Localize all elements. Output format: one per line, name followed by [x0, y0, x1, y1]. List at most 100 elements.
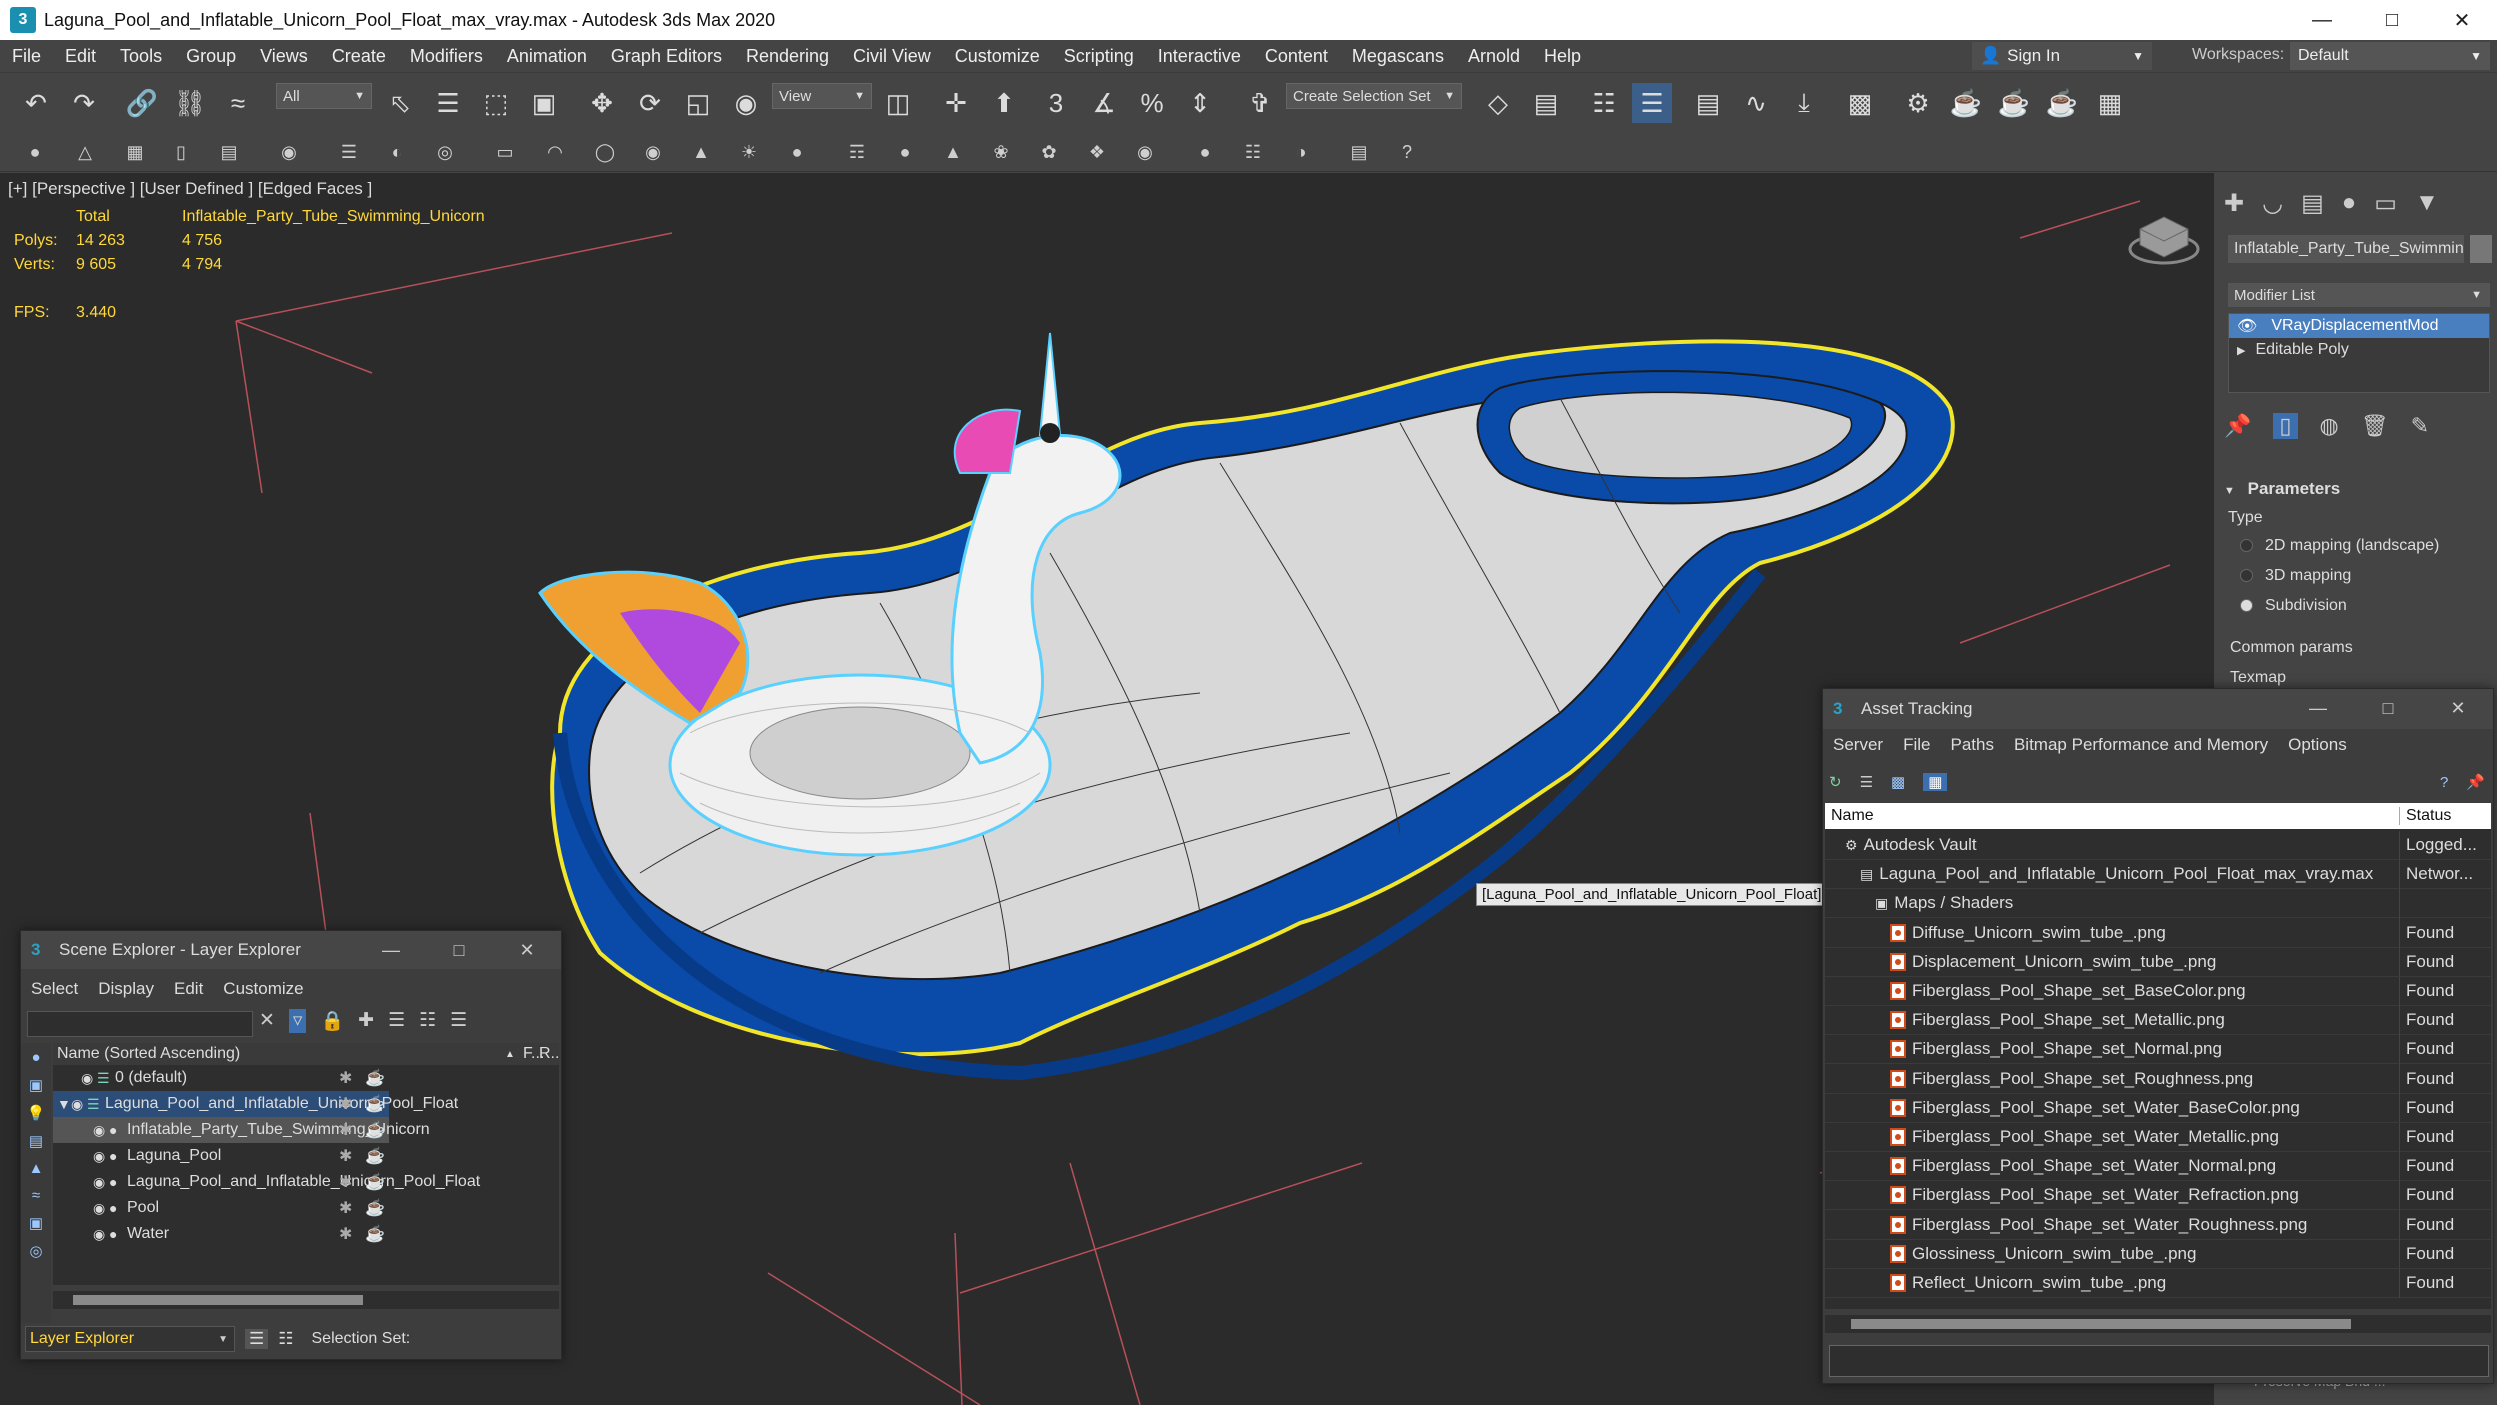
spinner-snap-icon[interactable]: ⇕: [1180, 83, 1220, 123]
list-view-icon[interactable]: ☰: [1860, 773, 1873, 791]
column-name-header[interactable]: Name (Sorted Ascending): [57, 1045, 240, 1063]
display-spacewarps-icon[interactable]: ≈: [32, 1187, 40, 1204]
percent-snap-icon[interactable]: %: [1132, 83, 1172, 123]
render-setup-icon[interactable]: ⚙: [1898, 83, 1938, 123]
material-editor-icon[interactable]: ▩: [1840, 83, 1880, 123]
layer-row[interactable]: ◉ ● Water ✱ ☕: [53, 1221, 389, 1247]
bind-spacewarp-icon[interactable]: ≈: [218, 83, 258, 123]
maximize-button[interactable]: □: [425, 931, 493, 969]
display-icon[interactable]: ◎: [430, 137, 460, 167]
visibility-eye-icon[interactable]: ◉: [71, 1096, 83, 1113]
volume-icon[interactable]: ❀: [986, 137, 1016, 167]
selection-set-icon[interactable]: ☷: [278, 1329, 293, 1349]
make-unique-icon[interactable]: ◍: [2320, 413, 2339, 439]
sun-icon[interactable]: ☀: [734, 137, 764, 167]
minimize-button[interactable]: —: [2283, 689, 2353, 727]
asset-row[interactable]: Fiberglass_Pool_Shape_set_Water_BaseColo…: [1825, 1093, 2491, 1123]
freeze-toggle-icon[interactable]: ✱: [339, 1146, 352, 1166]
toggle-layer-explorer-icon[interactable]: ☰: [1632, 83, 1672, 123]
asset-row[interactable]: Fiberglass_Pool_Shape_set_Normal.png Foun…: [1825, 1034, 2491, 1065]
redo-icon[interactable]: ↷: [64, 83, 104, 123]
camera-icon[interactable]: ▲: [938, 137, 968, 167]
menu-arnold[interactable]: Arnold: [1456, 46, 1532, 67]
expand-arrow-icon[interactable]: ▼: [57, 1096, 71, 1112]
scale-icon[interactable]: ◱: [678, 83, 718, 123]
refresh-icon[interactable]: ↻: [1829, 773, 1842, 791]
asset-row[interactable]: Diffuse_Unicorn_swim_tube_.png Found: [1825, 918, 2491, 948]
explorer-hscrollbar[interactable]: [53, 1291, 559, 1309]
create-cylinder-icon[interactable]: ▯: [166, 137, 196, 167]
light-dome-icon[interactable]: ◠: [540, 137, 570, 167]
selection-filter-dropdown[interactable]: All ▼: [276, 83, 372, 109]
freeze-toggle-icon[interactable]: ✱: [339, 1120, 352, 1140]
column-r-header[interactable]: R...: [539, 1045, 559, 1063]
rect-selection-icon[interactable]: ⬚: [476, 83, 516, 123]
freeze-toggle-icon[interactable]: ✱: [339, 1068, 352, 1088]
table-view-icon[interactable]: ▦: [1923, 773, 1948, 791]
layer-row[interactable]: ◉ ● Laguna_Pool ✱ ☕: [53, 1143, 389, 1169]
asset-row[interactable]: Fiberglass_Pool_Shape_set_Water_Roughnes…: [1825, 1210, 2491, 1240]
link-icon[interactable]: 🔗: [122, 83, 162, 123]
visibility-eye-icon[interactable]: ◉: [93, 1174, 105, 1191]
menu-edit[interactable]: Edit: [53, 46, 108, 67]
minimize-button[interactable]: —: [2287, 0, 2357, 40]
layer-stack-icon[interactable]: ☰: [245, 1329, 269, 1349]
type-option-3d[interactable]: 3D mapping: [2240, 567, 2351, 585]
pin-stack-icon[interactable]: 📌: [2224, 413, 2251, 439]
close-button[interactable]: ✕: [2423, 689, 2493, 727]
ribbon-icon[interactable]: ▤: [1688, 83, 1728, 123]
vfb-icon[interactable]: ☷: [1238, 137, 1268, 167]
layer-row[interactable]: ◉ ☰ 0 (default) ✱ ☕: [53, 1065, 389, 1091]
visibility-eye-icon[interactable]: ◉: [93, 1122, 105, 1139]
rotate-icon[interactable]: ⟳: [630, 83, 670, 123]
asset-row[interactable]: Fiberglass_Pool_Shape_set_Water_Normal.p…: [1825, 1151, 2491, 1182]
menu-display[interactable]: Display: [88, 979, 164, 999]
display-geometry-icon[interactable]: ●: [31, 1049, 40, 1066]
asset-tracking-titlebar[interactable]: 3 Asset Tracking — □ ✕: [1823, 689, 2493, 729]
menu-server[interactable]: Server: [1823, 735, 1893, 755]
motion-tab-icon[interactable]: ●: [2342, 189, 2357, 218]
help-icon[interactable]: ?: [2440, 774, 2448, 791]
menu-content[interactable]: Content: [1253, 46, 1340, 67]
lock-icon[interactable]: 🔒: [320, 1009, 344, 1033]
create-plane-icon[interactable]: ▤: [214, 137, 244, 167]
asset-row[interactable]: Fiberglass_Pool_Shape_set_Roughness.png F…: [1825, 1064, 2491, 1094]
asset-row[interactable]: ▣ Maps / Shaders: [1825, 888, 2491, 919]
minimize-button[interactable]: —: [357, 931, 425, 969]
render-toggle-icon[interactable]: ☕: [365, 1120, 385, 1140]
angle-snap-icon[interactable]: ∡: [1084, 83, 1124, 123]
viewcube[interactable]: [2128, 216, 2200, 265]
expand-arrow-icon[interactable]: ▶: [2237, 344, 2245, 357]
undo-icon[interactable]: ↶: [16, 83, 56, 123]
select-object-icon[interactable]: ⬁: [380, 83, 420, 123]
visibility-eye-icon[interactable]: ◉: [93, 1148, 105, 1165]
layer-row[interactable]: ◉ ● Inflatable_Party_Tube_Swimming_Unicorn…: [53, 1117, 430, 1143]
scrollbar-thumb[interactable]: [1851, 1319, 2351, 1329]
radio-subdivision[interactable]: [2240, 599, 2253, 613]
menu-create[interactable]: Create: [320, 46, 398, 67]
layer-row[interactable]: ▼ ◉ ☰ Laguna_Pool_and_Inflatable_Unicorn_Po…: [53, 1091, 458, 1117]
menu-interactive[interactable]: Interactive: [1146, 46, 1253, 67]
sign-in-dropdown[interactable]: 👤 Sign In ▼: [1972, 42, 2152, 70]
create-shape-icon[interactable]: △: [70, 137, 100, 167]
freeze-toggle-icon[interactable]: ✱: [339, 1172, 352, 1192]
create-tab-icon[interactable]: ✚: [2224, 189, 2244, 218]
menu-megascans[interactable]: Megascans: [1340, 46, 1456, 67]
ambient-light-icon[interactable]: ●: [782, 137, 812, 167]
decal-icon[interactable]: ❖: [1082, 137, 1112, 167]
menu-animation[interactable]: Animation: [495, 46, 599, 67]
layer-row[interactable]: ◉ ● Pool ✱ ☕: [53, 1195, 389, 1221]
display-tab-icon[interactable]: ▭: [2374, 189, 2397, 218]
filter-icon[interactable]: ▿: [288, 1009, 307, 1033]
ref-coord-dropdown[interactable]: View ▼: [772, 83, 872, 109]
pin-icon[interactable]: 📌: [2466, 773, 2485, 791]
utilities-tab-icon[interactable]: ▼: [2415, 189, 2439, 218]
visibility-eye-icon[interactable]: ◉: [93, 1226, 105, 1243]
selection-set-dropdown[interactable]: Create Selection Set ▼: [1286, 83, 1462, 109]
menu-paths[interactable]: Paths: [1940, 735, 2003, 755]
layer-tool-icon[interactable]: ◉: [274, 137, 304, 167]
asset-row[interactable]: Displacement_Unicorn_swim_tube_.png Found: [1825, 947, 2491, 977]
render-a360-icon[interactable]: ▦: [2090, 83, 2130, 123]
layer-row[interactable]: ◉ ● Laguna_Pool_and_Inflatable_Unicorn_Poo…: [53, 1169, 480, 1195]
workspace-select[interactable]: Default ▼: [2290, 42, 2490, 70]
